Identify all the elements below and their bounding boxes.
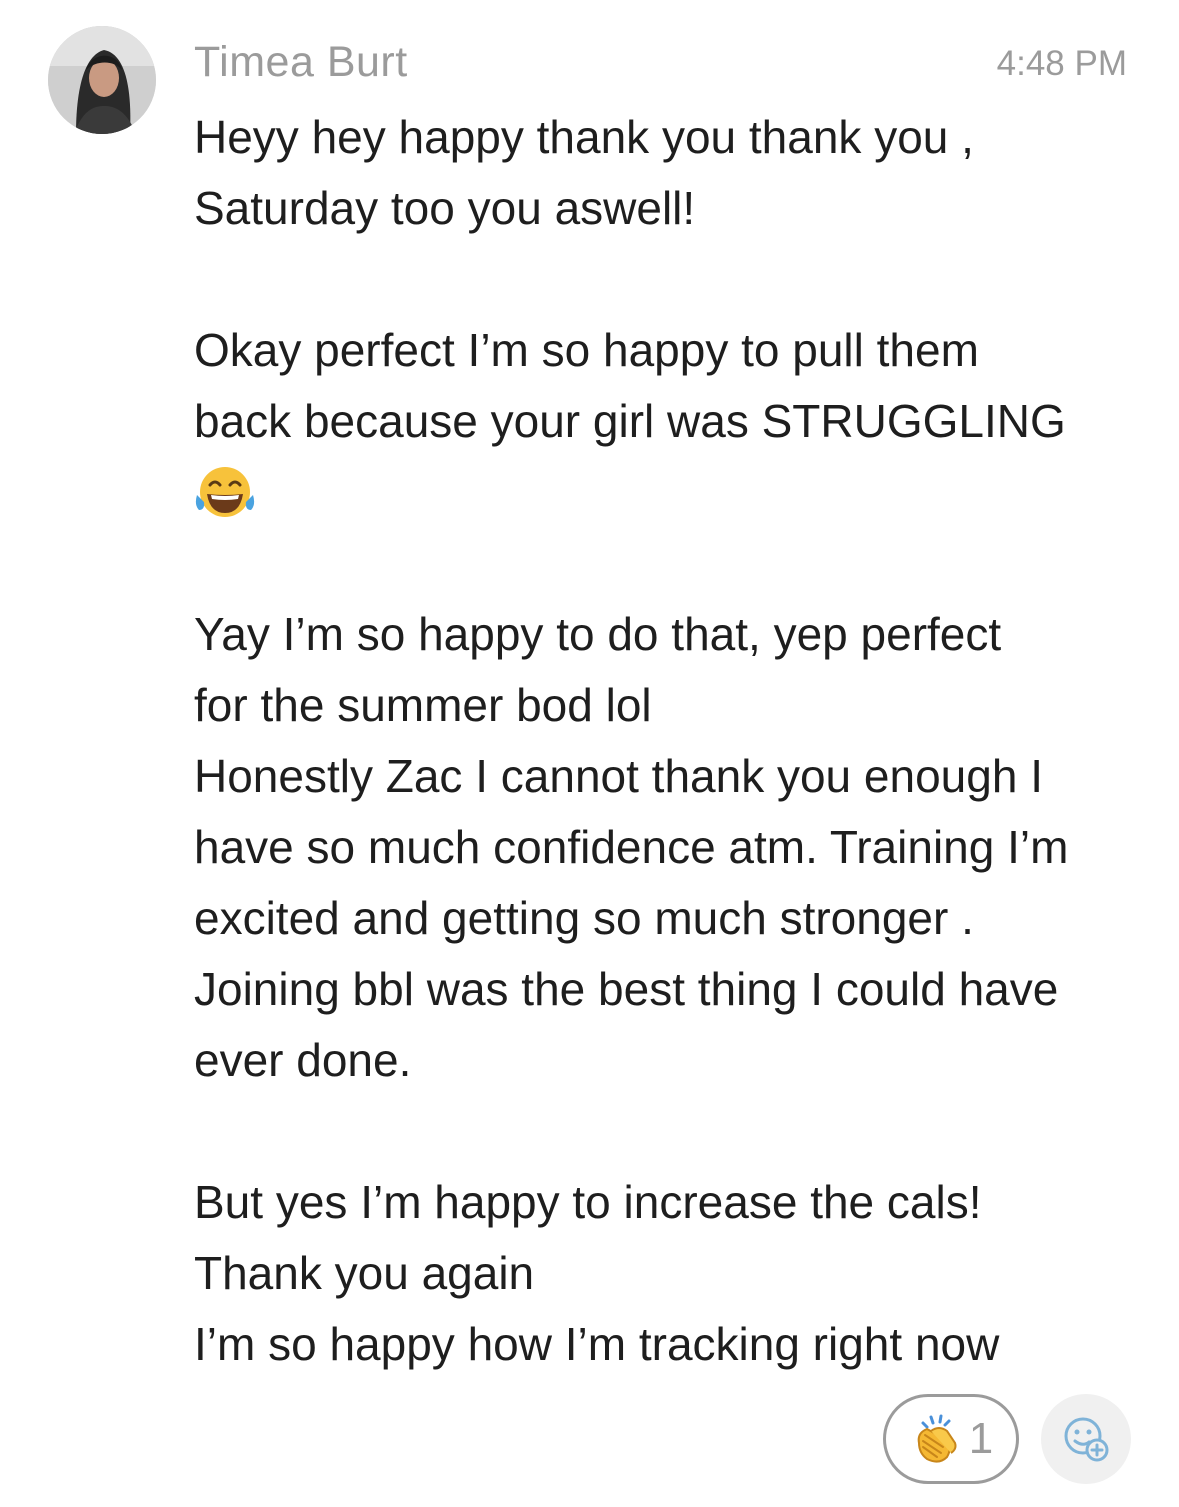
tears-of-joy-icon — [195, 467, 255, 517]
message-timestamp: 4:48 PM — [996, 44, 1127, 83]
avatar-photo — [48, 26, 156, 134]
message-line: Heyy hey happy thank you thank you , — [194, 111, 974, 163]
message-line: Okay perfect I’m so happy to pull them — [194, 324, 979, 376]
add-reaction-icon — [1064, 1417, 1109, 1462]
reaction-bar: 1 — [883, 1394, 1131, 1484]
message-line: Yay I’m so happy to do that, yep perfect — [194, 608, 1002, 660]
message-line: for the summer bod lol — [194, 679, 652, 731]
message-line: Thank you again — [194, 1247, 535, 1299]
message-line: Joining bbl was the best thing I could h… — [194, 963, 1059, 1015]
clap-reaction-button[interactable]: 1 — [883, 1394, 1019, 1484]
sender-avatar[interactable] — [48, 26, 156, 134]
message-line: have so much confidence atm. Training I’… — [194, 821, 1069, 873]
message-line: I’m so happy how I’m tracking right now — [194, 1318, 1000, 1370]
message-body: Heyy hey happy thank you thank you , Sat… — [194, 102, 1144, 1380]
message-line: But yes I’m happy to increase the cals! — [194, 1176, 982, 1228]
sender-name[interactable]: Timea Burt — [194, 38, 408, 87]
clapping-hands-icon — [917, 1414, 957, 1463]
reaction-count: 1 — [968, 1414, 994, 1463]
message-line: excited and getting so much stronger . — [194, 892, 974, 944]
message-line: back because your girl was STRUGGLING — [194, 395, 1066, 447]
tears-of-joy-emoji — [194, 457, 1144, 528]
add-reaction-button[interactable] — [1041, 1394, 1131, 1484]
message-line: Saturday too you aswell! — [194, 182, 696, 234]
message-line: Honestly Zac I cannot thank you enough I — [194, 750, 1043, 802]
message-line: ever done. — [194, 1034, 412, 1086]
